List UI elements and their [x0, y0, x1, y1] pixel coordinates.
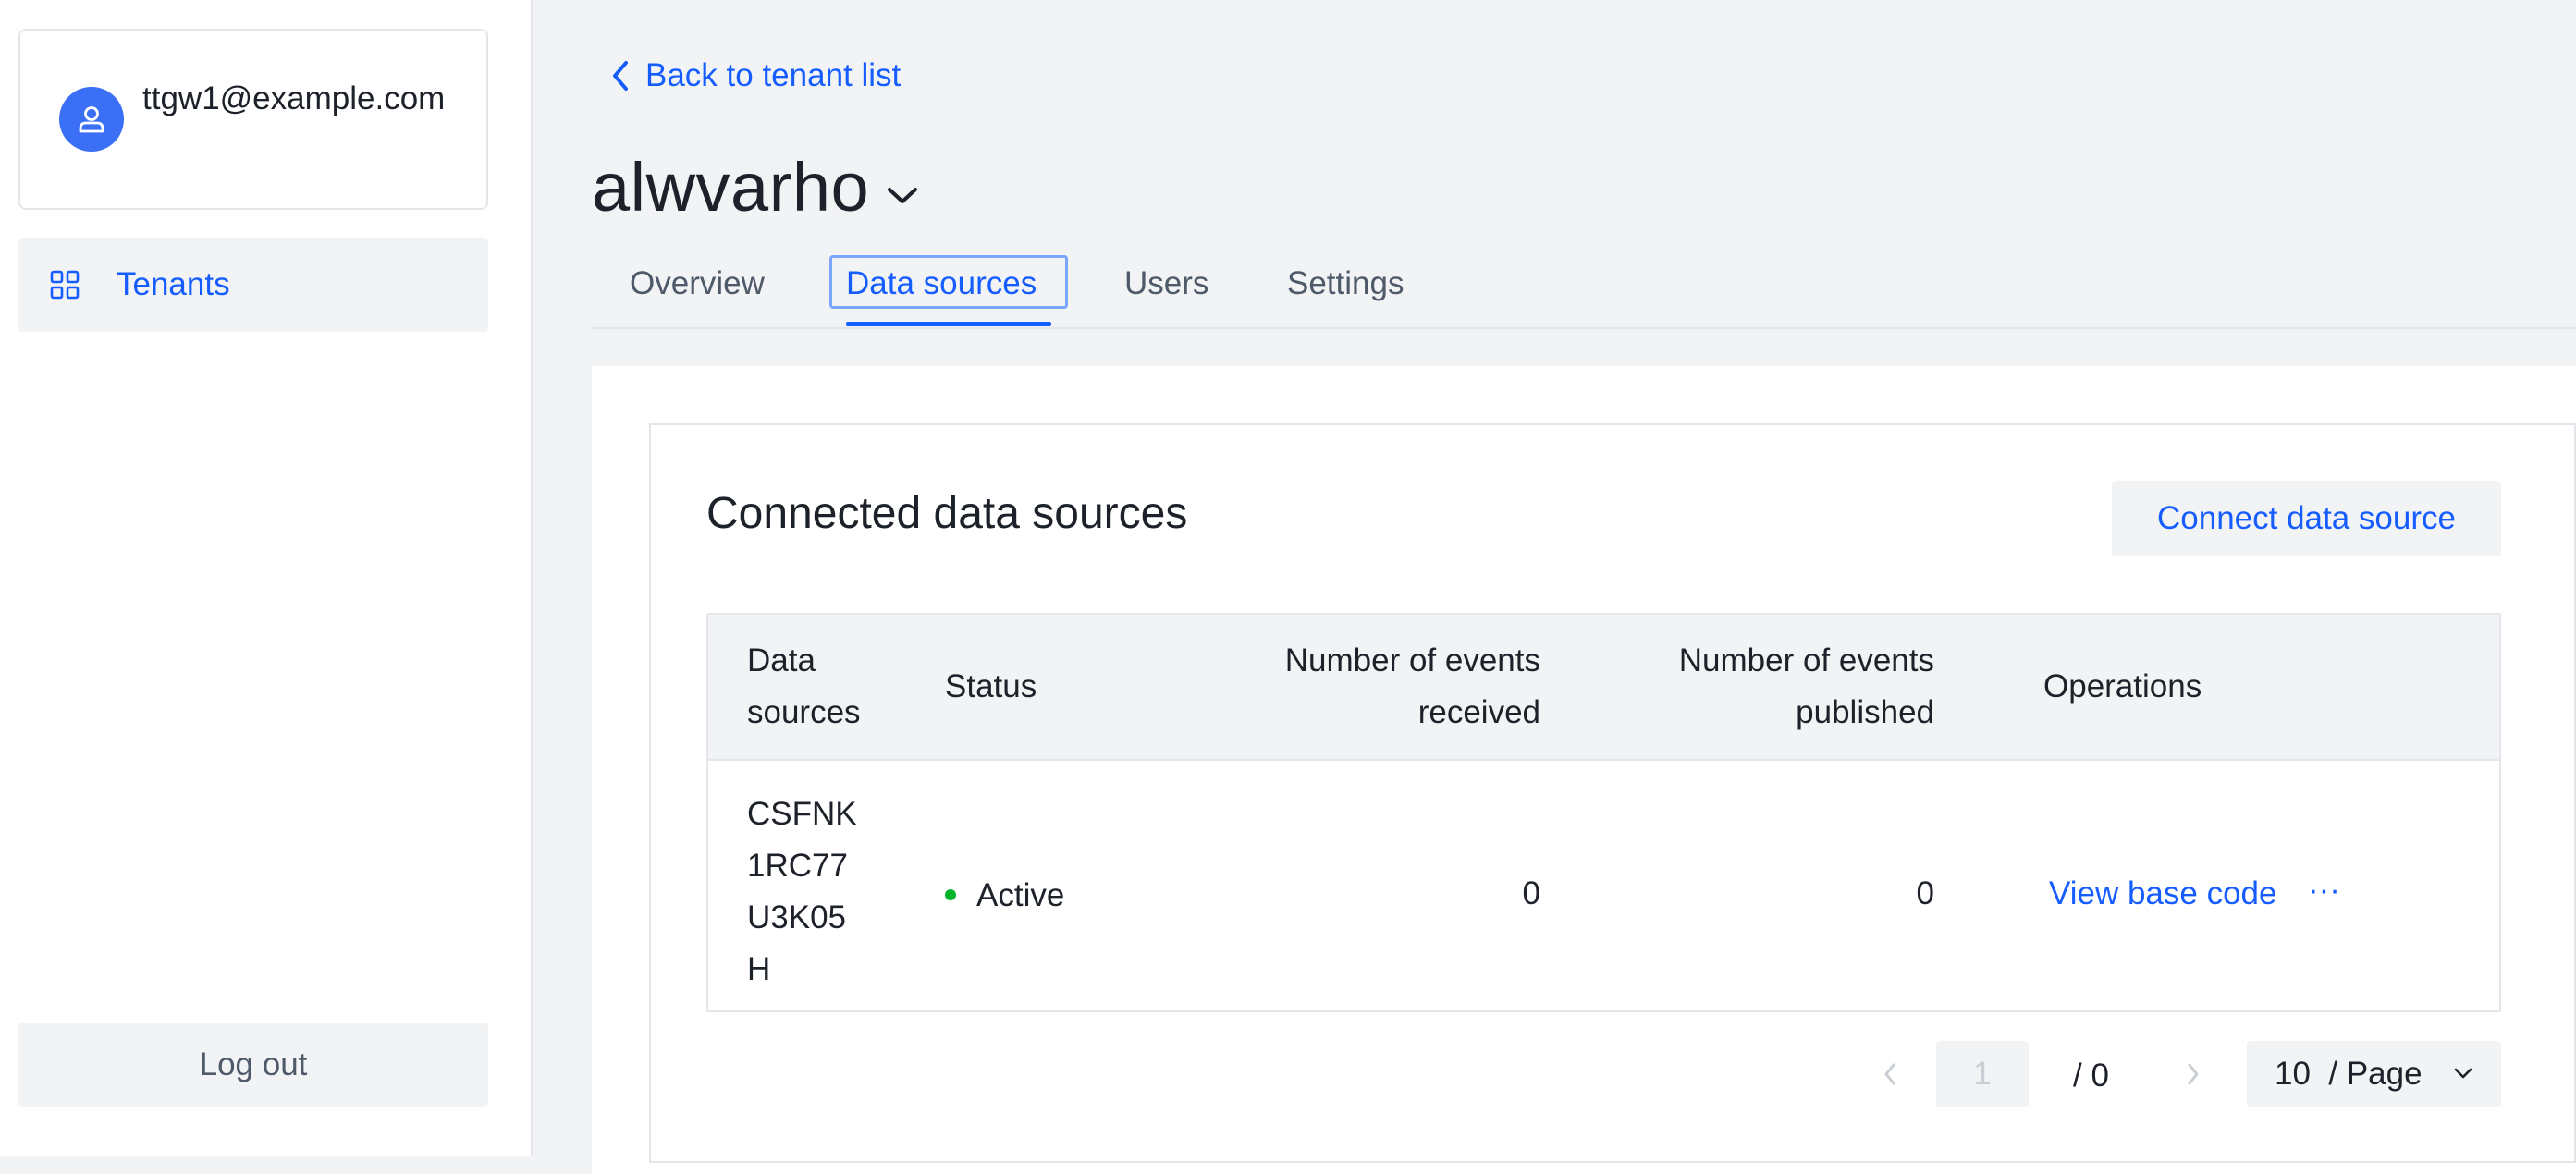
column-header-status: Status: [945, 668, 1037, 704]
chevron-down-icon: [888, 188, 918, 203]
avatar: [59, 87, 124, 152]
user-icon: [79, 106, 104, 133]
table-header: Data sources Status Number of events rec…: [708, 615, 2499, 761]
status-label: Active: [976, 877, 1065, 913]
column-header-data-sources: Data sources: [747, 642, 861, 730]
page-total: / 0: [2073, 1058, 2109, 1094]
column-header-operations: Operations: [2043, 668, 2202, 704]
previous-page-button[interactable]: [1883, 1059, 1897, 1094]
tab-settings[interactable]: Settings: [1287, 251, 1404, 327]
view-base-code-link[interactable]: View base code: [2049, 868, 2276, 920]
sidebar-item-tenants[interactable]: Tenants: [18, 238, 488, 332]
back-link[interactable]: Back to tenant list: [610, 57, 901, 94]
sidebar-item-label: Tenants: [117, 266, 230, 302]
next-page-button[interactable]: [2186, 1059, 2201, 1094]
card-title: Connected data sources: [706, 489, 1188, 538]
page-title: alwvarho: [592, 149, 870, 226]
tab-overview[interactable]: Overview: [630, 251, 765, 327]
status-badge: Active: [945, 870, 1064, 922]
back-link-label: Back to tenant list: [645, 57, 902, 93]
events-published-value: 0: [1916, 875, 1934, 911]
status-dot-icon: [945, 888, 956, 900]
tab-bar: Overview Data sources Users Settings: [592, 251, 2576, 329]
user-card: ttgw1@example.com: [18, 29, 488, 210]
chevron-down-icon: [2454, 1068, 2472, 1079]
column-header-events-published: Number of events published: [1678, 642, 1934, 730]
user-email: ttgw1@example.com: [142, 80, 446, 116]
page-size-label: 10 / Page: [2275, 1056, 2423, 1092]
sidebar: ttgw1@example.com Tenants Log out: [0, 0, 533, 1156]
tenant-switcher[interactable]: alwvarho: [592, 146, 919, 229]
active-tab-indicator: [846, 322, 1051, 326]
more-actions-icon[interactable]: ···: [2308, 864, 2340, 916]
data-sources-table: Data sources Status Number of events rec…: [706, 613, 2501, 1012]
logout-button[interactable]: Log out: [18, 1023, 488, 1107]
page-size-select[interactable]: 10 / Page: [2247, 1041, 2501, 1107]
chevron-left-icon: [1884, 1063, 1895, 1085]
column-header-events-received: Number of events received: [1284, 642, 1540, 730]
data-source-id: CSFNK1RC77U3K05H: [747, 796, 857, 987]
chevron-left-icon: [613, 61, 628, 91]
events-received-value: 0: [1522, 875, 1540, 911]
chevron-right-icon: [2188, 1063, 2199, 1085]
tab-data-sources[interactable]: Data sources: [846, 251, 1037, 327]
tab-users[interactable]: Users: [1124, 251, 1208, 327]
connect-data-source-button[interactable]: Connect data source: [2112, 481, 2501, 556]
grid-icon: [50, 270, 80, 300]
page-number-input[interactable]: [1936, 1041, 2029, 1107]
